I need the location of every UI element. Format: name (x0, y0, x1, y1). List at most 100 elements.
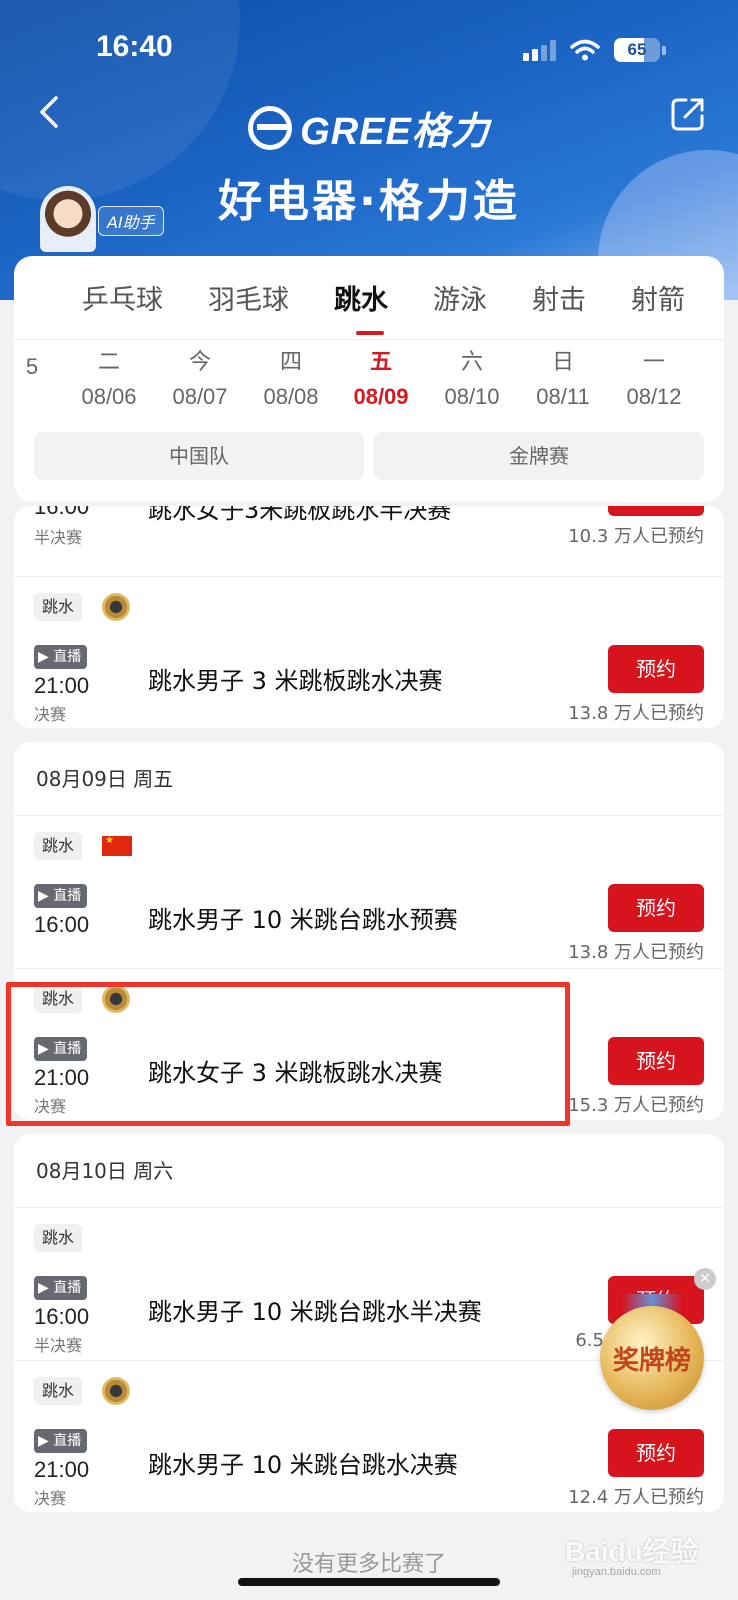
tab-badminton[interactable]: 羽毛球 (208, 278, 289, 317)
date-item[interactable]: 5 (14, 348, 72, 382)
date-item[interactable]: 四 08/08 (251, 348, 331, 412)
tab-archery[interactable]: 射箭 (631, 278, 685, 317)
sport-tag: 跳水 (34, 1224, 83, 1252)
date-item-active[interactable]: 五 08/09 (341, 348, 421, 412)
date-weekday: 四 (279, 350, 302, 375)
date-weekday: 二 (97, 350, 120, 375)
date-value: 08/11 (536, 384, 590, 409)
date-weekday: 今 (188, 350, 211, 375)
battery-icon: 65 (614, 38, 660, 62)
china-flag-icon (102, 835, 132, 856)
reserve-button[interactable]: 预约 (608, 1429, 704, 1477)
medal-icon (102, 593, 130, 621)
brand-logo: GREE格力 (248, 100, 490, 155)
close-icon[interactable]: ✕ (694, 1268, 716, 1290)
live-label: 直播 (53, 888, 82, 904)
reserve-button[interactable]: 预约 (608, 1037, 704, 1085)
filter-china-team-button[interactable]: 中国队 (34, 432, 364, 480)
day-header: 08月09日 周五 (14, 742, 724, 816)
event-row[interactable]: 跳水 ▶ 直播 16:00 跳水男子 10 米跳台跳水预赛 预约 13.8 万人… (14, 816, 724, 968)
schedule-card-prev: 16:00 半决赛 跳水女子3米跳板跳水半决赛 预约 10.3 万人已预约 跳水… (14, 506, 724, 728)
ai-assistant-avatar[interactable] (40, 186, 96, 252)
day-header: 08月10日 周六 (14, 1134, 724, 1208)
event-title: 跳水男子 10 米跳台跳水预赛 (148, 906, 458, 934)
reserve-button[interactable]: 预约 (608, 506, 704, 516)
date-weekday: 日 (551, 350, 574, 375)
highlight-box (6, 982, 570, 1126)
brand-name: GREE格力 (300, 111, 490, 153)
medal-table-label: 奖牌榜 (612, 1346, 691, 1376)
reservation-count: 15.3 万人已预约 (568, 1095, 704, 1116)
live-badge: ▶ 直播 (34, 645, 88, 669)
active-tab-indicator (356, 331, 384, 335)
event-time: 21:00 (34, 673, 90, 698)
date-item[interactable]: 日 08/11 (523, 348, 603, 412)
date-item[interactable]: 二 08/06 (69, 348, 149, 412)
date-value: 08/08 (263, 384, 319, 409)
reserve-button[interactable]: 预约 (608, 645, 704, 693)
event-title: 跳水女子3米跳板跳水半决赛 (148, 506, 452, 524)
reservation-count: 12.4 万人已预约 (568, 1487, 704, 1508)
home-indicator[interactable] (238, 1578, 500, 1586)
wifi-icon (570, 39, 600, 61)
event-row[interactable]: 跳水 ▶ 直播 21:00 决赛 跳水男子 3 米跳板跳水决赛 预约 13.8 … (14, 576, 724, 728)
sport-tag: 跳水 (34, 593, 83, 621)
date-value: 08/10 (444, 384, 500, 409)
reservation-count: 10.3 万人已预约 (568, 526, 704, 547)
date-weekday: 一 (642, 350, 665, 375)
filter-gold-medal-button[interactable]: 金牌赛 (374, 432, 704, 480)
reservation-count: 13.8 万人已预约 (568, 942, 704, 963)
date-weekday: 五 (369, 350, 392, 375)
date-value: 08/09 (353, 384, 409, 409)
date-weekday: 六 (460, 350, 483, 375)
tab-diving[interactable]: 跳水 (334, 278, 388, 317)
date-value: 08/07 (172, 384, 228, 409)
signal-icon (523, 39, 556, 61)
sport-tabs: 乒乓球 羽毛球 跳水 游泳 射击 射箭 (14, 256, 724, 340)
event-time: 16:00 (34, 1304, 90, 1329)
header-banner: 16:40 65 GREE格力 好电器·格力造 AI助手 (0, 0, 738, 300)
date-item[interactable]: 今 08/07 (160, 348, 240, 412)
event-stage: 半决赛 (34, 528, 83, 547)
live-label: 直播 (53, 649, 82, 665)
live-label: 直播 (53, 1433, 82, 1449)
live-badge: ▶ 直播 (34, 1276, 88, 1300)
date-item[interactable]: 六 08/10 (432, 348, 512, 412)
event-stage: 半决赛 (34, 1336, 83, 1355)
live-badge: ▶ 直播 (34, 1429, 88, 1453)
status-time: 16:40 (96, 30, 173, 63)
medal-table-widget[interactable]: 奖牌榜 (598, 1294, 706, 1418)
filter-card: 乒乓球 羽毛球 跳水 游泳 射击 射箭 5 二 08/06 今 08/07 四 … (14, 256, 724, 502)
sport-tag: 跳水 (34, 832, 83, 860)
tab-table-tennis[interactable]: 乒乓球 (82, 278, 163, 317)
event-title: 跳水男子 10 米跳台跳水决赛 (148, 1451, 458, 1479)
date-item[interactable]: 一 08/12 (614, 348, 694, 412)
event-row-partial[interactable]: 16:00 半决赛 跳水女子3米跳板跳水半决赛 预约 10.3 万人已预约 (14, 506, 724, 572)
date-value: 5 (25, 354, 39, 379)
event-time: 16:00 (34, 506, 90, 519)
event-title: 跳水男子 3 米跳板跳水决赛 (148, 667, 443, 695)
event-time: 21:00 (34, 1457, 90, 1482)
date-value: 08/12 (626, 384, 682, 409)
event-time: 16:00 (34, 912, 90, 937)
sport-tag: 跳水 (34, 1377, 83, 1405)
battery-level: 65 (627, 40, 647, 59)
tab-swimming[interactable]: 游泳 (433, 278, 487, 317)
watermark: Baidu经验 (565, 1536, 699, 1567)
reserve-button[interactable]: 预约 (608, 884, 704, 932)
event-stage: 决赛 (34, 705, 67, 724)
reservation-count: 13.8 万人已预约 (568, 703, 704, 724)
event-stage: 决赛 (34, 1489, 67, 1508)
medal-icon (102, 1377, 130, 1405)
date-strip: 5 二 08/06 今 08/07 四 08/08 五 08/09 六 08/1… (14, 348, 724, 414)
tab-shooting[interactable]: 射击 (532, 278, 586, 317)
live-label: 直播 (53, 1280, 82, 1296)
event-title: 跳水男子 10 米跳台跳水半决赛 (148, 1298, 482, 1326)
watermark-url: jingyan.baidu.com (572, 1566, 661, 1578)
battery-cap (662, 45, 666, 55)
ai-assistant-badge[interactable]: AI助手 (98, 206, 164, 236)
date-value: 08/06 (81, 384, 137, 409)
filter-buttons: 中国队 金牌赛 (34, 432, 704, 480)
gree-logo-icon (248, 105, 293, 150)
status-icons: 65 (523, 38, 666, 62)
